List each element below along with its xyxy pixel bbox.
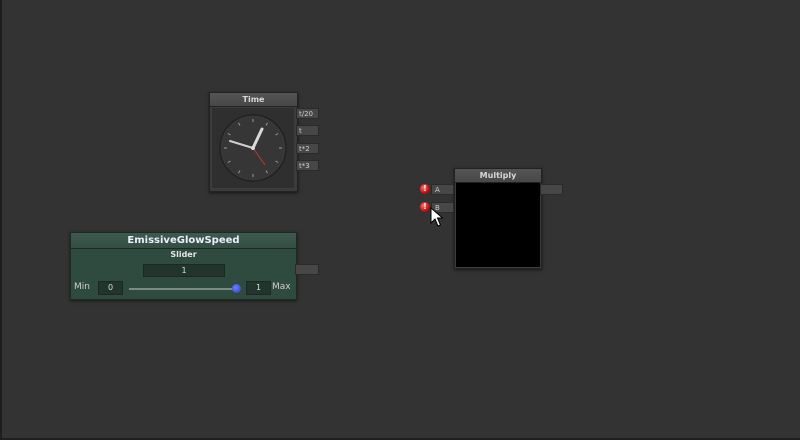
time-node-title: Time xyxy=(210,93,297,107)
error-icon: ! xyxy=(420,202,430,212)
multiply-input-a[interactable]: A xyxy=(431,184,454,195)
slider-node[interactable]: EmissiveGlowSpeed Slider 1 Min 0 1 Max xyxy=(70,232,297,300)
multiply-node-title: Multiply xyxy=(455,169,541,183)
time-output-port[interactable]: t/20 xyxy=(296,108,319,119)
node-graph-canvas[interactable]: Time t/20 t t*2 t*3 Multiply ! A ! B Emi… xyxy=(0,0,800,440)
slider-subtitle: Slider xyxy=(170,250,197,259)
slider-max-label: Max xyxy=(272,282,291,292)
error-icon: ! xyxy=(420,184,430,194)
time-node[interactable]: Time xyxy=(209,92,298,192)
time-output-port[interactable]: t*3 xyxy=(296,160,319,171)
slider-output-port[interactable] xyxy=(295,264,319,275)
slider-track[interactable] xyxy=(129,288,237,290)
slider-node-title: EmissiveGlowSpeed xyxy=(71,233,296,249)
slider-min-label: Min xyxy=(74,282,90,292)
time-preview xyxy=(212,108,294,188)
time-output-port[interactable]: t*2 xyxy=(296,143,319,154)
multiply-preview xyxy=(456,183,540,267)
slider-thumb[interactable] xyxy=(232,284,241,293)
multiply-output-port[interactable] xyxy=(540,184,563,195)
slider-value-field[interactable]: 1 xyxy=(143,264,225,277)
clock-icon xyxy=(219,114,287,182)
multiply-node[interactable]: Multiply xyxy=(454,168,542,269)
time-output-port[interactable]: t xyxy=(296,125,319,136)
mouse-pointer-icon xyxy=(430,207,444,227)
slider-max-field[interactable]: 1 xyxy=(246,281,271,295)
slider-min-field[interactable]: 0 xyxy=(98,281,123,295)
